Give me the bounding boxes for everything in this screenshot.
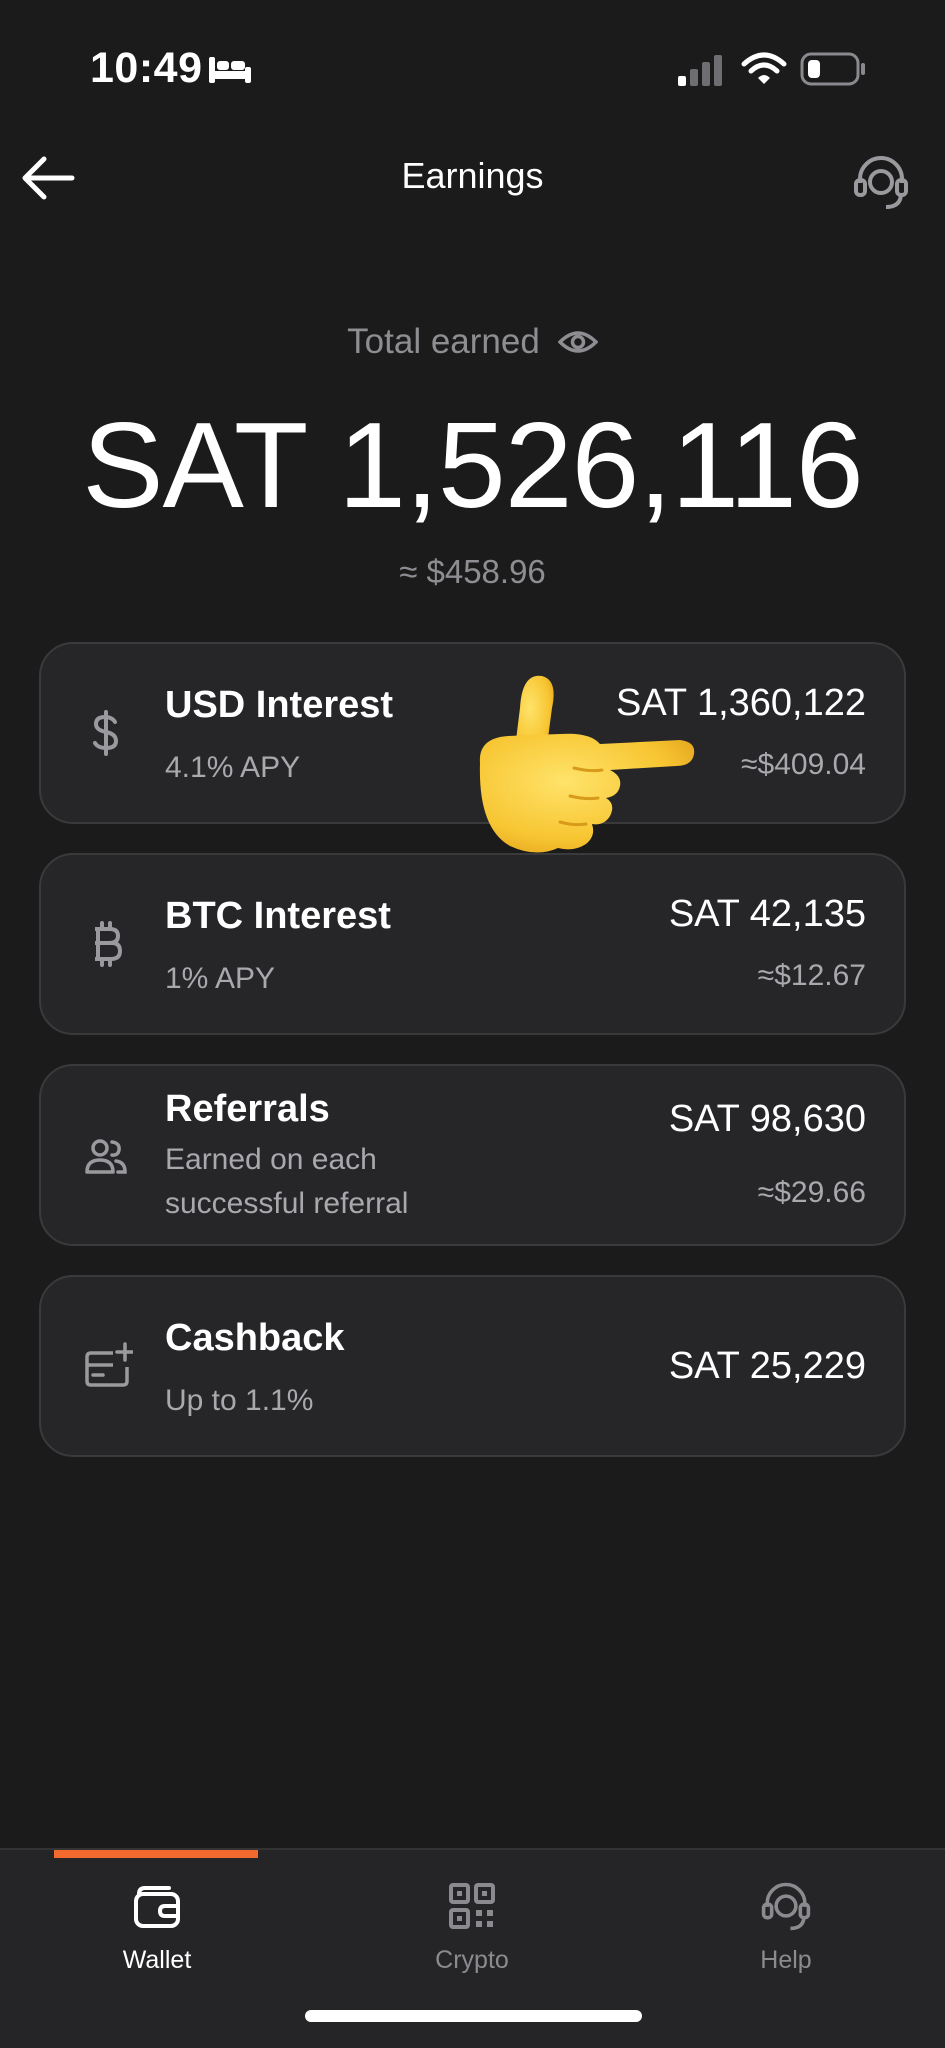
active-tab-indicator [54, 1850, 258, 1858]
card-subtitle-line: successful referral [165, 1187, 409, 1220]
card-title: Referrals [165, 1088, 330, 1130]
battery-icon [800, 52, 865, 86]
headset-icon[interactable] [852, 153, 910, 211]
home-indicator[interactable] [305, 2010, 642, 2022]
nav-label: Crypto [435, 1946, 509, 1974]
referrals-card[interactable]: Referrals Earned on each successful refe… [39, 1064, 906, 1246]
card-subtitle-line: Earned on each [165, 1143, 377, 1176]
btc-interest-card[interactable]: BTC Interest 1% APY SAT 42,135 ≈$12.67 [39, 853, 906, 1035]
nav-label: Wallet [122, 1946, 192, 1974]
nav-label: Help [760, 1946, 812, 1974]
nav-item-help[interactable]: Help [686, 1880, 886, 1990]
card-title: USD Interest [165, 684, 394, 726]
eye-icon[interactable] [557, 327, 598, 357]
card-subtitle: 4.1% APY [165, 751, 301, 784]
bitcoin-icon [95, 921, 122, 967]
card-amount: SAT 98,630 [668, 1098, 866, 1140]
card-title: Cashback [165, 1317, 345, 1359]
card-title: BTC Interest [165, 895, 391, 937]
signal-icon [678, 55, 722, 86]
cashback-card[interactable]: Cashback Up to 1.1% SAT 25,229 [39, 1275, 906, 1457]
card-amount: SAT 42,135 [668, 893, 866, 935]
card-usd-value: ≈$12.67 [757, 959, 866, 992]
earnings-screen: 10:49 Earnings Total earned SAT 1,526,11… [0, 0, 945, 2048]
card-amount: SAT 1,360,122 [615, 682, 866, 724]
bed-icon [209, 57, 251, 83]
status-bar: 10:49 [0, 0, 945, 140]
card-subtitle: Up to 1.1% [165, 1384, 314, 1417]
card-usd-value: ≈$409.04 [741, 748, 866, 781]
card-subtitle: Earned on each successful referral [165, 1138, 408, 1226]
nav-item-crypto[interactable]: Crypto [372, 1880, 572, 1990]
card-usd-value: ≈$29.66 [757, 1176, 866, 1209]
qr-icon [449, 1883, 495, 1929]
total-earned-row: Total earned [0, 322, 945, 362]
wifi-icon [741, 52, 787, 84]
card-amount: SAT 25,229 [668, 1345, 866, 1387]
card-plus-icon [85, 1342, 133, 1387]
status-time: 10:49 [90, 44, 203, 92]
usd-interest-card[interactable]: USD Interest 4.1% APY SAT 1,360,122 ≈$40… [39, 642, 906, 824]
wallet-icon [134, 1886, 180, 1928]
users-icon [85, 1139, 127, 1174]
total-earned-usd: ≈ $458.96 [399, 553, 546, 590]
total-earned-label: Total earned [347, 322, 540, 361]
dollar-icon [93, 710, 119, 756]
headset-icon [761, 1882, 811, 1931]
page-title: Earnings [401, 155, 544, 196]
card-subtitle: 1% APY [165, 962, 276, 995]
nav-item-wallet[interactable]: Wallet [57, 1880, 257, 1990]
total-earned-value: SAT 1,526,116 [82, 397, 864, 533]
